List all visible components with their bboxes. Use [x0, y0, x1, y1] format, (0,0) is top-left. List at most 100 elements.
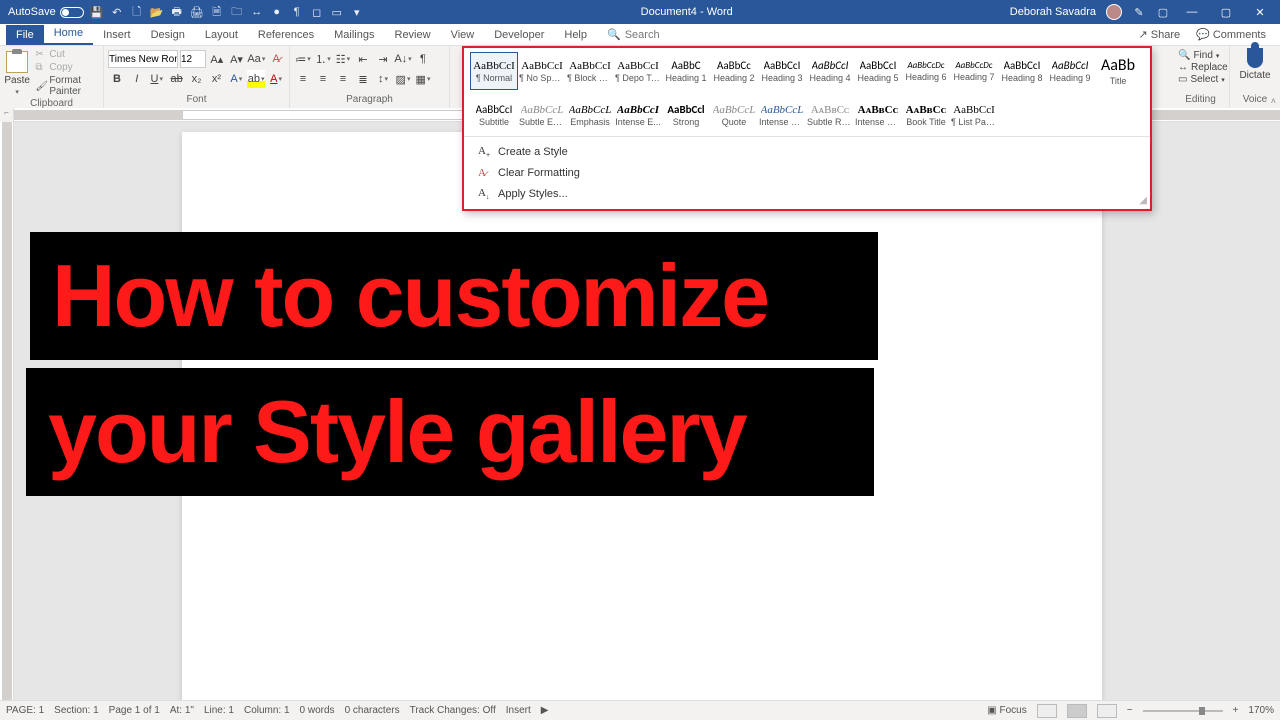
share-button[interactable]: ↗ Share: [1131, 24, 1189, 45]
tab-layout[interactable]: Layout: [195, 25, 248, 45]
change-case-button[interactable]: Aa: [247, 50, 265, 68]
style-item[interactable]: AaBbCcI¶ No Spac...: [518, 52, 566, 90]
autosave-toggle[interactable]: AutoSave: [8, 6, 84, 18]
pilcrow-icon[interactable]: ¶: [290, 5, 304, 19]
square-icon[interactable]: ◻: [310, 5, 324, 19]
tab-home[interactable]: Home: [44, 23, 93, 45]
close-button[interactable]: ✕: [1248, 6, 1272, 19]
format-painter-button[interactable]: 🖌Format Painter: [32, 74, 99, 98]
style-item[interactable]: AaBbCcIHeading 5: [854, 52, 902, 90]
align-right-button[interactable]: ≡: [334, 70, 352, 88]
clear-formatting-item[interactable]: A̷Clear Formatting: [464, 163, 1150, 183]
status-page[interactable]: PAGE: 1: [6, 705, 44, 716]
shrink-font-button[interactable]: A▾: [228, 50, 246, 68]
borders-button[interactable]: ▦: [414, 70, 432, 88]
select-button[interactable]: ▭Select▾: [1178, 74, 1223, 85]
cut-button[interactable]: ✂Cut: [32, 48, 99, 61]
save-icon[interactable]: 💾: [90, 5, 104, 19]
folder-icon[interactable]: 🗀: [230, 5, 244, 19]
open-icon[interactable]: 📂: [150, 5, 164, 19]
zoom-level[interactable]: 170%: [1248, 705, 1274, 716]
style-item[interactable]: AaBbCcDcHeading 7: [950, 52, 998, 90]
outdent-button[interactable]: ⇤: [354, 50, 372, 68]
tab-mailings[interactable]: Mailings: [324, 25, 384, 45]
replace-button[interactable]: ↔Replace: [1178, 62, 1223, 73]
collapse-ribbon-button[interactable]: ˄: [1271, 96, 1276, 106]
style-item[interactable]: AaBbCHeading 1: [662, 52, 710, 90]
ribbon-display-icon[interactable]: ▢: [1156, 5, 1170, 19]
tab-view[interactable]: View: [441, 25, 485, 45]
style-item[interactable]: AᴀBʙCᴄBook Title: [902, 96, 950, 134]
style-item[interactable]: AaBbCcDcHeading 6: [902, 52, 950, 90]
align-left-button[interactable]: ≡: [294, 70, 312, 88]
zoom-slider[interactable]: [1143, 710, 1223, 712]
style-item[interactable]: AaBbCcIIntense E...: [614, 96, 662, 134]
status-track[interactable]: Track Changes: Off: [410, 705, 496, 716]
find-button[interactable]: 🔍Find▾: [1178, 50, 1223, 61]
style-item[interactable]: AaBbTitle: [1094, 52, 1142, 90]
minimize-button[interactable]: —: [1180, 6, 1204, 18]
status-chars[interactable]: 0 characters: [345, 705, 400, 716]
status-words[interactable]: 0 words: [300, 705, 335, 716]
justify-button[interactable]: ≣: [354, 70, 372, 88]
grow-font-button[interactable]: A▴: [208, 50, 226, 68]
sort-button[interactable]: A↓: [394, 50, 412, 68]
focus-mode-button[interactable]: ▣ Focus: [987, 705, 1026, 716]
tab-design[interactable]: Design: [141, 25, 195, 45]
spacing-icon[interactable]: ↔: [250, 5, 264, 19]
style-item[interactable]: AaBbCcLEmphasis: [566, 96, 614, 134]
strike-button[interactable]: ab: [168, 70, 186, 88]
apply-styles-item[interactable]: A↓Apply Styles...: [464, 183, 1150, 205]
status-column[interactable]: Column: 1: [244, 705, 290, 716]
qat-more-icon[interactable]: ▾: [350, 5, 364, 19]
style-item[interactable]: AaBbCcLSubtle Em...: [518, 96, 566, 134]
ruler-vertical[interactable]: [0, 122, 14, 700]
tab-help[interactable]: Help: [554, 25, 597, 45]
maximize-button[interactable]: ▢: [1214, 6, 1238, 19]
font-color-button[interactable]: A: [267, 70, 285, 88]
zoom-in-button[interactable]: +: [1233, 705, 1239, 716]
undo-icon[interactable]: ↶: [110, 5, 124, 19]
style-item[interactable]: AaBbCcISubtitle: [470, 96, 518, 134]
style-item[interactable]: AaBbCcI¶ Depo Text: [614, 52, 662, 90]
style-item[interactable]: AaBbCcHeading 2: [710, 52, 758, 90]
indent-button[interactable]: ⇥: [374, 50, 392, 68]
show-marks-button[interactable]: ¶: [414, 50, 432, 68]
resize-grip-icon[interactable]: ◢: [1139, 195, 1147, 206]
tab-review[interactable]: Review: [385, 25, 441, 45]
read-mode-button[interactable]: [1037, 704, 1057, 718]
create-style-item[interactable]: A+Create a Style: [464, 141, 1150, 163]
font-name-select[interactable]: [108, 50, 178, 68]
subscript-button[interactable]: x₂: [188, 70, 206, 88]
status-section[interactable]: Section: 1: [54, 705, 98, 716]
style-item[interactable]: AaBbCcIHeading 9: [1046, 52, 1094, 90]
print-layout-button[interactable]: [1067, 704, 1087, 718]
superscript-button[interactable]: x²: [207, 70, 225, 88]
underline-button[interactable]: U: [148, 70, 166, 88]
file-icon[interactable]: 🗎: [210, 5, 224, 19]
bold-button[interactable]: B: [108, 70, 126, 88]
numbering-button[interactable]: ⒈: [314, 50, 332, 68]
window-icon[interactable]: ▭: [330, 5, 344, 19]
status-at[interactable]: At: 1": [170, 705, 194, 716]
style-item[interactable]: AaBbCcIHeading 3: [758, 52, 806, 90]
status-insert[interactable]: Insert: [506, 705, 531, 716]
highlight-button[interactable]: ab: [247, 70, 265, 88]
style-item[interactable]: AᴀBʙCᴄIntense R...: [854, 96, 902, 134]
quick-print-icon[interactable]: 🖨: [190, 5, 204, 19]
dictate-button[interactable]: Dictate: [1234, 48, 1276, 81]
macro-icon[interactable]: ▶: [541, 705, 549, 716]
zoom-out-button[interactable]: −: [1127, 705, 1133, 716]
tab-file[interactable]: File: [6, 25, 44, 45]
style-item[interactable]: AaBbCcI¶ List Para...: [950, 96, 998, 134]
shading-button[interactable]: ▨: [394, 70, 412, 88]
bullet-icon[interactable]: ●: [270, 5, 284, 19]
clear-format-button[interactable]: A̷: [267, 50, 285, 68]
print-icon[interactable]: 🖶: [170, 5, 184, 19]
status-line[interactable]: Line: 1: [204, 705, 234, 716]
tab-insert[interactable]: Insert: [93, 25, 141, 45]
style-item[interactable]: AaBbCcLIntense Q...: [758, 96, 806, 134]
font-size-select[interactable]: [180, 50, 206, 68]
multilevel-button[interactable]: ☷: [334, 50, 352, 68]
user-avatar[interactable]: [1106, 4, 1122, 20]
